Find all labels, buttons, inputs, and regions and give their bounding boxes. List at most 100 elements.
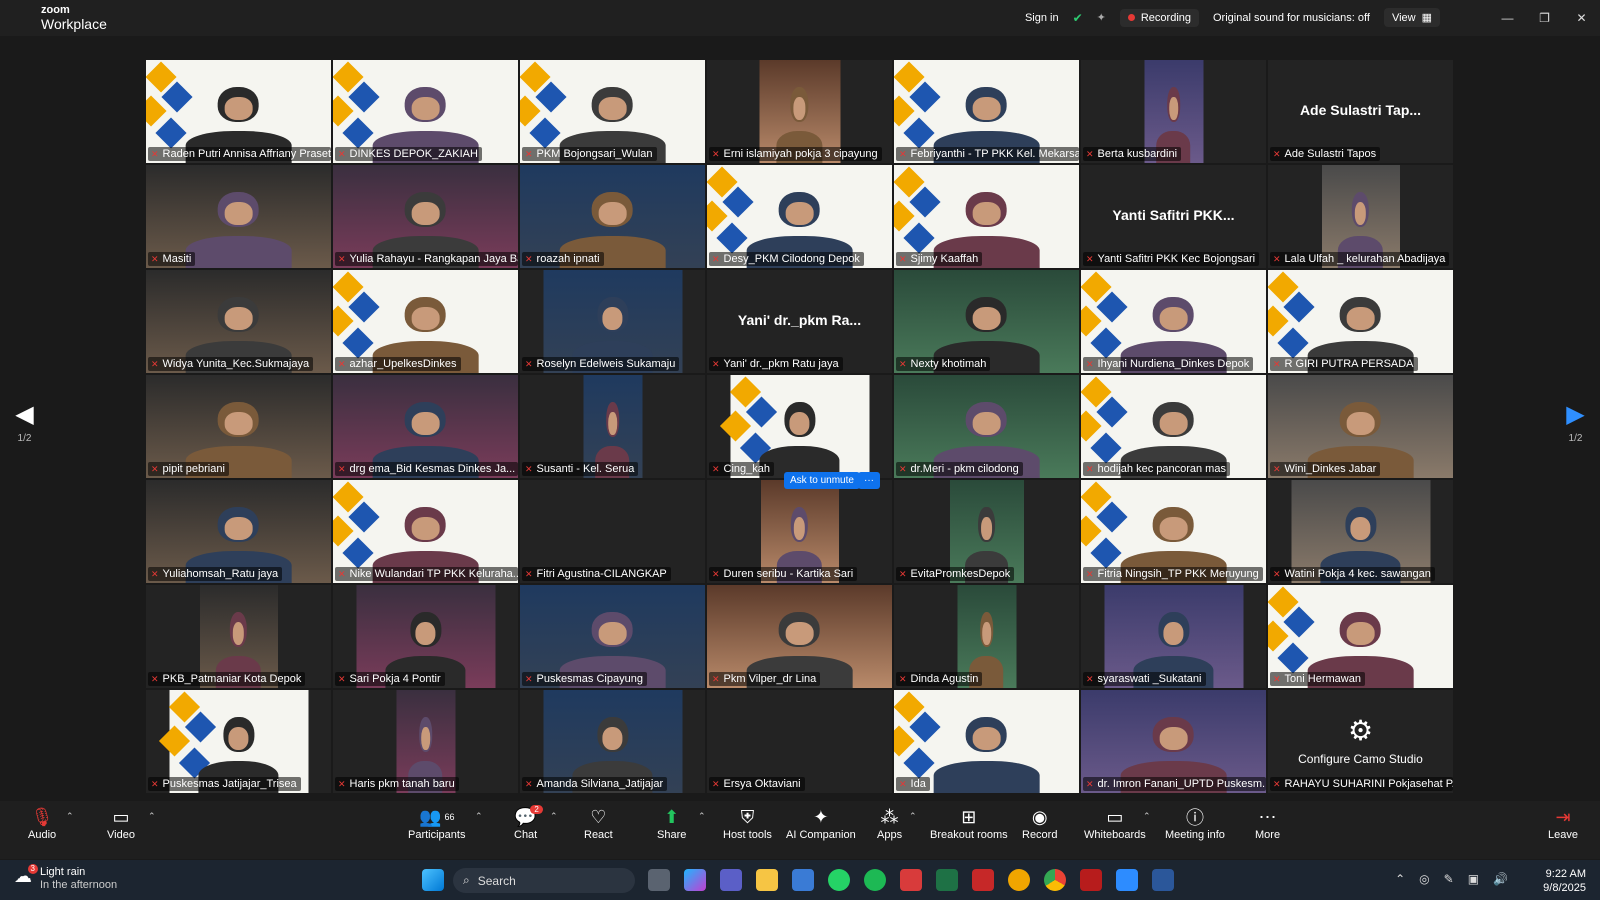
participant-tile[interactable]: ✕ Ihyani Nurdiena_Dinkes Depok [1081,270,1266,373]
zoom-app-icon[interactable] [1116,869,1138,891]
participant-tile[interactable]: ✕ roazah ipnati [520,165,705,268]
original-sound-toggle[interactable]: Original sound for musicians: off [1213,12,1370,24]
view-button[interactable]: View ▦ [1383,8,1440,27]
sparkle-icon[interactable]: ✦ [1097,11,1106,24]
minimize-icon[interactable]: — [1489,0,1526,36]
participant-tile[interactable]: ✕ PKM Bojongsari_Wulan [520,60,705,163]
share-button[interactable]: ⬆ Share [657,805,686,842]
participants-caret-icon[interactable]: ⌃ [475,811,483,822]
apps-button[interactable]: ⁂ Apps [877,805,902,842]
network-icon[interactable]: ▣ [1468,872,1479,886]
apps-caret-icon[interactable]: ⌃ [909,811,917,822]
windows-start-icon[interactable] [422,869,444,891]
chat-caret-icon[interactable]: ⌃ [550,811,558,822]
participant-tile[interactable]: ✕ Erni islamiyah pokja 3 cipayung [707,60,892,163]
tray-app-icon[interactable]: ◎ [1419,872,1429,886]
participant-tile[interactable]: ✕ Raden Putri Annisa Affriany Prasetyo [146,60,331,163]
participant-tile[interactable]: ✕ Fitria Ningsih_TP PKK Meruyung [1081,480,1266,583]
excel-icon[interactable] [936,869,958,891]
leave-button[interactable]: ⇥ Leave [1548,805,1578,842]
participant-tile[interactable]: ✕ DINKES DEPOK_ZAKIAH [333,60,518,163]
weather-widget[interactable]: ☁ 3 Light rain In the afternoon [14,864,117,892]
participant-tile[interactable]: ✕ Sjimy Kaaffah [894,165,1079,268]
participant-tile[interactable]: ✕ Puskesmas Cipayung [520,585,705,688]
ai-companion-button[interactable]: ✦ AI Companion [786,805,856,842]
audio-options-caret-icon[interactable]: ⌃ [66,811,74,822]
shield-icon[interactable]: ✔ [1073,11,1083,25]
participant-tile[interactable]: ✕ Roselyn Edelweis Sukamaju [520,270,705,373]
whiteboards-button[interactable]: ▭ Whiteboards [1084,805,1146,842]
participant-tile[interactable]: ✕ Pkm Vilper_dr Lina [707,585,892,688]
participant-tile[interactable]: ✕ Sari Pokja 4 Pontir [333,585,518,688]
app-red-icon[interactable] [972,869,994,891]
participant-tile[interactable]: ✕ Cing_kah [707,375,892,478]
participant-tile[interactable]: ✕ dr.Meri - pkm cilodong [894,375,1079,478]
host-tools-button[interactable]: ⛨ Host tools [723,805,772,842]
chrome-icon[interactable] [1044,869,1066,891]
chat-button[interactable]: 💬 2 Chat [514,805,543,841]
participant-tile[interactable]: ✕ EvitaPromkesDepok [894,480,1079,583]
meeting-info-button[interactable]: ⓘ Meeting info [1165,805,1225,841]
audio-button[interactable]: 🎙 Audio [28,805,56,842]
snipping-tool-icon[interactable] [900,869,922,891]
participant-tile[interactable]: ✕ Haris pkm tanah baru [333,690,518,793]
task-view-icon[interactable] [648,869,670,891]
participant-tile[interactable]: ✕ Ida [894,690,1079,793]
participants-button[interactable]: 👥 66 Participants [408,805,465,842]
participant-tile[interactable]: ✕ hodijah kec pancoran mas [1081,375,1266,478]
chrome-canary-icon[interactable] [1008,869,1030,891]
word-icon[interactable] [1152,869,1174,891]
restore-icon[interactable]: ❐ [1526,0,1563,36]
participant-tile[interactable]: ✕ Widya Yunita_Kec.Sukmajaya [146,270,331,373]
whiteboards-caret-icon[interactable]: ⌃ [1143,811,1151,822]
next-page-button[interactable]: ▶ 1/2 [1551,384,1600,460]
participant-tile[interactable]: ✕ syaraswati _Sukatani [1081,585,1266,688]
participant-tile[interactable]: ✕ Berta kusbardini [1081,60,1266,163]
participant-tile[interactable]: ✕ PKB_Patmaniar Kota Depok [146,585,331,688]
pen-icon[interactable]: ✎ [1444,872,1454,886]
taskbar-search[interactable]: ⌕ Search [453,868,635,893]
participant-tile[interactable]: ✕ Wini_Dinkes Jabar [1268,375,1453,478]
participant-tile[interactable]: ✕ Yuliahomsah_Ratu jaya [146,480,331,583]
participant-tile[interactable]: ✕ Masiti [146,165,331,268]
participant-tile[interactable]: Ade Sulastri Tap... ✕ Ade Sulastri Tapos [1268,60,1453,163]
participant-tile[interactable]: ✕ Dinda Agustin [894,585,1079,688]
participant-tile[interactable]: ⚙ Configure Camo Studio ✕ RAHAYU SUHARINI P… [1268,690,1453,793]
participant-tile[interactable]: ✕ Desy_PKM Cilodong Depok [707,165,892,268]
participant-tile[interactable]: ✕ Susanti - Kel. Serua [520,375,705,478]
mcafee-icon[interactable] [1080,869,1102,891]
share-caret-icon[interactable]: ⌃ [698,811,706,822]
participant-tile[interactable]: ✕ Nike Wulandari TP PKK Keluraha... [333,480,518,583]
volume-icon[interactable]: 🔊 [1493,872,1508,886]
teams-icon[interactable] [720,869,742,891]
participant-tile[interactable]: ✕ Fitri Agustina-CILANGKAP [520,480,705,583]
tile-more-button[interactable]: ··· [858,472,880,489]
close-icon[interactable]: ✕ [1563,0,1600,36]
copilot-icon[interactable] [684,869,706,891]
participant-tile[interactable]: ✕ Yulia Rahayu - Rangkapan Jaya Baru [333,165,518,268]
participant-tile[interactable]: Yani' dr._pkm Ra... ✕ Yani' dr._pkm Ratu j… [707,270,892,373]
sign-in-link[interactable]: Sign in [1025,12,1059,24]
participant-tile[interactable]: ✕ Febriyanthi - TP PKK Kel. Mekarsari [894,60,1079,163]
participant-tile[interactable]: ✕ Watini Pokja 4 kec. sawangan [1268,480,1453,583]
system-clock[interactable]: 9:22 AM 9/8/2025 [1543,867,1586,896]
participant-tile[interactable]: ✕ Puskesmas Jatijajar_Trisea [146,690,331,793]
participant-tile[interactable]: ✕ azhar_UpelkesDinkes [333,270,518,373]
react-button[interactable]: ♡ React [584,805,613,842]
participant-tile[interactable]: ✕ Duren seribu - Kartika Sari [707,480,892,583]
prev-page-button[interactable]: ◀ 1/2 [0,384,49,460]
participant-tile[interactable]: ✕ Nexty khotimah [894,270,1079,373]
breakout-rooms-button[interactable]: ⊞ Breakout rooms [930,805,1008,842]
ask-to-unmute-button[interactable]: Ask to unmute [784,472,860,489]
participant-tile[interactable]: ✕ pipit pebriani [146,375,331,478]
recording-indicator[interactable]: Recording [1119,8,1199,27]
participant-tile[interactable]: ✕ drg ema_Bid Kesmas Dinkes Ja... [333,375,518,478]
file-explorer-icon[interactable] [756,869,778,891]
video-options-caret-icon[interactable]: ⌃ [148,811,156,822]
participant-tile[interactable]: ✕ Lala Ulfah _ kelurahan Abadijaya [1268,165,1453,268]
spotify-icon[interactable] [864,869,886,891]
chevron-up-icon[interactable]: ⌃ [1395,872,1405,886]
video-button[interactable]: ▭ Video [107,805,135,842]
participant-tile[interactable]: Yanti Safitri PKK... ✕ Yanti Safitri PKK K… [1081,165,1266,268]
participant-tile[interactable]: ✕ Toni Hermawan [1268,585,1453,688]
